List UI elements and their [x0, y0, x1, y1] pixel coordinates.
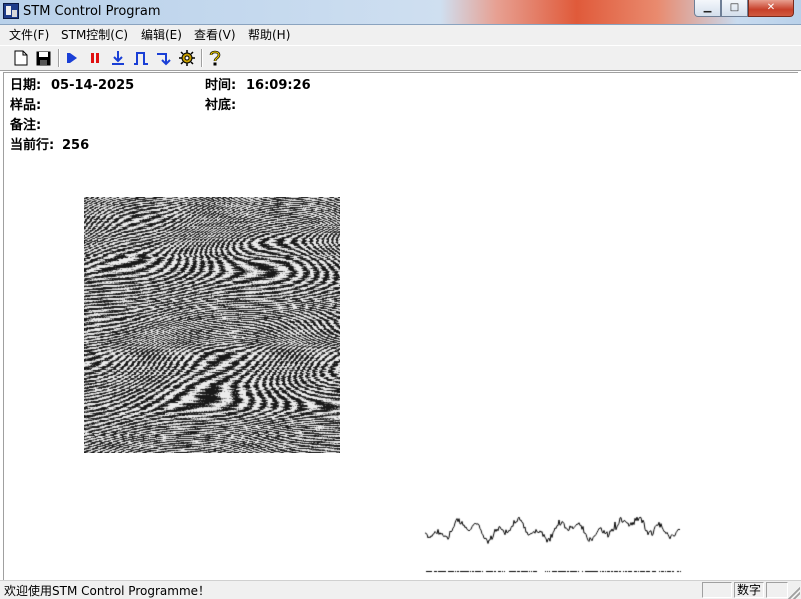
menu-view[interactable]: 查看(V) — [194, 27, 236, 43]
note-label: 备注: — [10, 118, 42, 133]
app-window: STM Control Program ▁ □ ✕ 文件(F) STM控制(C)… — [0, 0, 801, 599]
pause-icon — [91, 53, 99, 63]
app-icon[interactable] — [3, 3, 19, 19]
date-value: 05-14-2025 — [51, 78, 135, 93]
pulse-icon — [134, 52, 148, 65]
settings-button[interactable] — [178, 49, 196, 67]
menu-file[interactable]: 文件(F) — [9, 27, 49, 43]
pulse-button[interactable] — [132, 49, 150, 67]
status-message: 欢迎使用STM Control Programme！ — [4, 584, 211, 598]
menu-help[interactable]: 帮助(H) — [248, 27, 290, 43]
help-button[interactable] — [206, 49, 224, 67]
start-scan-button[interactable] — [63, 49, 81, 67]
current-row-label: 当前行: — [10, 138, 55, 153]
start-scan-icon — [67, 53, 77, 63]
window-title: STM Control Program — [23, 4, 161, 19]
approach-icon — [112, 51, 124, 65]
resize-grip[interactable] — [788, 587, 800, 599]
status-pane-blank — [702, 582, 732, 598]
menu-edit[interactable]: 编辑(E) — [141, 27, 182, 43]
pause-button[interactable] — [86, 49, 104, 67]
toolbar-separator — [201, 49, 203, 67]
current-row-value: 256 — [62, 138, 90, 153]
maximize-icon: □ — [729, 2, 740, 13]
maximize-button[interactable]: □ — [721, 0, 748, 17]
close-button[interactable]: ✕ — [748, 0, 794, 17]
time-label: 时间: — [205, 78, 237, 93]
approach-button[interactable] — [109, 49, 127, 67]
substrate-label: 衬底: — [205, 98, 237, 113]
minimize-button[interactable]: ▁ — [694, 0, 721, 17]
stm-scan-image — [84, 197, 340, 453]
toolbar — [0, 46, 801, 71]
status-pane-numlock: 数字 — [734, 582, 764, 598]
settings-gear-icon — [179, 50, 195, 66]
save-button[interactable] — [34, 49, 52, 67]
line-profile-plot — [420, 505, 685, 577]
time-value: 16:09:26 — [246, 78, 311, 93]
menu-stm-control[interactable]: STM控制(C) — [61, 27, 128, 43]
toolbar-separator — [58, 49, 60, 67]
status-bar: 欢迎使用STM Control Programme！ 数字 — [0, 580, 801, 599]
save-icon — [36, 51, 50, 65]
help-icon — [209, 50, 221, 66]
date-label: 日期: — [10, 78, 42, 93]
sample-label: 样品: — [10, 98, 42, 113]
close-icon: ✕ — [766, 2, 776, 13]
status-pane-extra — [766, 582, 788, 598]
step-down-button[interactable] — [155, 49, 173, 67]
new-file-button[interactable] — [12, 49, 30, 67]
new-file-icon — [14, 50, 28, 66]
title-bar[interactable]: STM Control Program ▁ □ ✕ — [0, 0, 801, 25]
menu-bar: 文件(F) STM控制(C) 编辑(E) 查看(V) 帮助(H) — [0, 25, 801, 45]
step-down-icon — [157, 53, 171, 66]
minimize-icon: ▁ — [703, 2, 712, 13]
